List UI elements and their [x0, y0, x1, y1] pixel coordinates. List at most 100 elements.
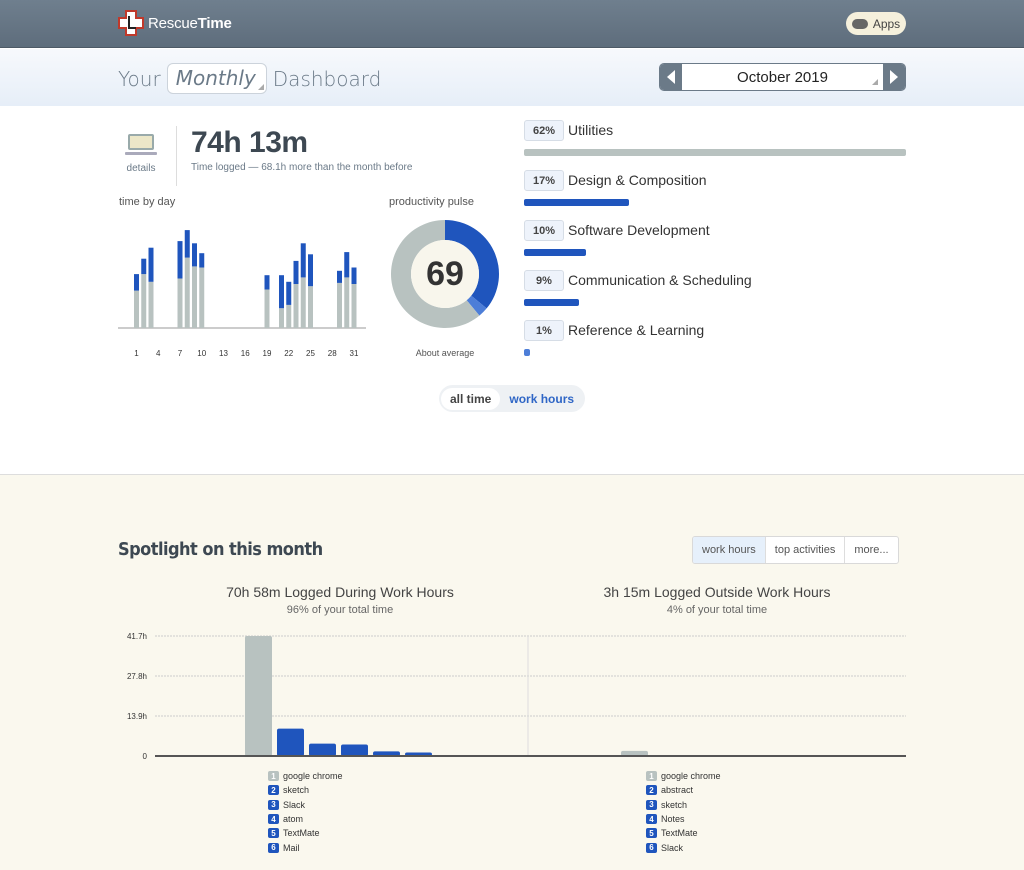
legend-rank-badge: 6	[268, 842, 279, 853]
category-row[interactable]: 62% Utilities	[524, 120, 906, 170]
day-bar-productive[interactable]	[286, 281, 292, 305]
pulse-caption: About average	[415, 348, 475, 358]
legend-label: TextMate	[661, 828, 698, 839]
day-bar-neutral[interactable]	[199, 267, 205, 329]
all-time-toggle[interactable]: all time	[441, 387, 501, 410]
app-bar[interactable]	[277, 728, 304, 756]
day-bar-neutral[interactable]	[141, 274, 147, 328]
y-tick-label: 27.8h	[127, 672, 147, 681]
day-bar-productive[interactable]	[344, 252, 350, 278]
legend-rank-badge: 2	[268, 785, 279, 796]
period-value: Monthly	[175, 66, 256, 90]
title-suffix: Dashboard	[272, 66, 382, 91]
day-bar-neutral[interactable]	[184, 257, 190, 328]
day-bar-productive[interactable]	[141, 258, 147, 275]
category-percent-badge: 1%	[524, 320, 564, 341]
day-bar-neutral[interactable]	[279, 308, 284, 328]
day-bar-productive[interactable]	[308, 254, 313, 287]
category-name[interactable]: Utilities	[568, 122, 613, 138]
day-bar-neutral[interactable]	[264, 289, 270, 329]
category-row[interactable]: 1% Reference & Learning	[524, 320, 906, 370]
legend-label: Slack	[661, 842, 684, 853]
day-bar-neutral[interactable]	[351, 284, 357, 328]
day-bar-productive[interactable]	[177, 241, 183, 279]
y-tick-label: 41.7h	[127, 632, 147, 641]
day-bar-productive[interactable]	[184, 230, 190, 258]
day-bar-productive[interactable]	[293, 260, 299, 284]
app-bar[interactable]	[245, 636, 272, 756]
legend-label: abstract	[661, 785, 694, 796]
legend-item[interactable]: 6 Slack	[646, 840, 721, 854]
day-tick-label: 13	[219, 349, 228, 358]
work-hours-toggle[interactable]: work hours	[500, 388, 583, 410]
time-by-day-label: time by day	[119, 196, 176, 208]
category-percent-badge: 62%	[524, 120, 564, 141]
category-bar	[524, 149, 906, 156]
day-bar-neutral[interactable]	[286, 304, 292, 328]
day-bar-neutral[interactable]	[344, 277, 350, 328]
legend-item[interactable]: 2 sketch	[268, 783, 343, 797]
legend-item[interactable]: 5 TextMate	[646, 826, 721, 840]
legend-item[interactable]: 5 TextMate	[268, 826, 343, 840]
time-by-day-chart: 1 4 7 10 13 16 19 22 25 28 31	[118, 230, 366, 358]
day-bar-neutral[interactable]	[177, 278, 183, 329]
day-bar-productive[interactable]	[300, 243, 306, 278]
category-row[interactable]: 17% Design & Composition	[524, 170, 906, 220]
category-row[interactable]: 10% Software Development	[524, 220, 906, 270]
legend-item[interactable]: 3 sketch	[646, 798, 721, 812]
category-row[interactable]: 9% Communication & Scheduling	[524, 270, 906, 320]
day-bar-neutral[interactable]	[293, 284, 299, 328]
day-bar-productive[interactable]	[199, 253, 205, 268]
date-select[interactable]: October 2019	[682, 64, 883, 90]
rescuetime-logo[interactable]: RescueTime	[118, 10, 232, 36]
day-bar-productive[interactable]	[148, 247, 154, 282]
day-bar-neutral[interactable]	[300, 277, 306, 328]
legend-rank-badge: 4	[646, 814, 657, 825]
day-tick-label: 7	[178, 349, 183, 358]
previous-month-button[interactable]	[660, 64, 682, 90]
legend-label: sketch	[661, 799, 688, 810]
app-bar[interactable]	[341, 744, 368, 756]
day-bar-neutral[interactable]	[134, 290, 139, 328]
category-breakdown: 62% Utilities 17% Design & Composition 10% So…	[524, 120, 906, 370]
category-name[interactable]: Software Development	[568, 222, 710, 238]
apps-button[interactable]: Apps	[846, 12, 906, 35]
day-bar-neutral[interactable]	[337, 282, 342, 328]
legend-item[interactable]: 4 Notes	[646, 812, 721, 826]
legend-item[interactable]: 4 atom	[268, 812, 343, 826]
logo-text-bold: Time	[197, 14, 232, 32]
legend-label: google chrome	[661, 771, 721, 782]
legend-item[interactable]: 1 google chrome	[646, 769, 721, 783]
legend-item[interactable]: 1 google chrome	[268, 769, 343, 783]
day-bar-productive[interactable]	[264, 275, 270, 290]
logo-text: RescueTime	[148, 15, 232, 32]
day-bar-productive[interactable]	[351, 267, 357, 285]
day-bar-productive[interactable]	[337, 270, 342, 283]
category-name[interactable]: Design & Composition	[568, 172, 707, 188]
legend-item[interactable]: 2 abstract	[646, 783, 721, 797]
details-button[interactable]: details	[118, 126, 164, 186]
arrow-left-icon	[667, 70, 675, 84]
day-bar-productive[interactable]	[134, 274, 139, 291]
legend-rank-badge: 5	[268, 828, 279, 839]
day-bar-neutral[interactable]	[308, 286, 313, 328]
day-bar-neutral[interactable]	[192, 266, 197, 328]
legend-item[interactable]: 6 Mail	[268, 840, 343, 854]
legend-item[interactable]: 3 Slack	[268, 798, 343, 812]
next-month-button[interactable]	[883, 64, 905, 90]
day-bar-productive[interactable]	[279, 275, 284, 309]
app-bar[interactable]	[309, 743, 336, 756]
y-tick-label: 13.9h	[127, 712, 147, 721]
day-bar-productive[interactable]	[192, 243, 197, 267]
category-name[interactable]: Reference & Learning	[568, 322, 704, 338]
legend-rank-badge: 3	[646, 799, 657, 810]
productivity-pulse[interactable]: 69	[389, 218, 501, 330]
legend-label: Slack	[283, 799, 306, 810]
category-percent-badge: 10%	[524, 220, 564, 241]
day-bar-neutral[interactable]	[148, 281, 154, 328]
divider	[176, 126, 177, 186]
legend-label: Mail	[283, 842, 300, 853]
category-name[interactable]: Communication & Scheduling	[568, 272, 752, 288]
period-select[interactable]: Monthly	[166, 63, 267, 94]
legend-rank-badge: 3	[268, 799, 279, 810]
